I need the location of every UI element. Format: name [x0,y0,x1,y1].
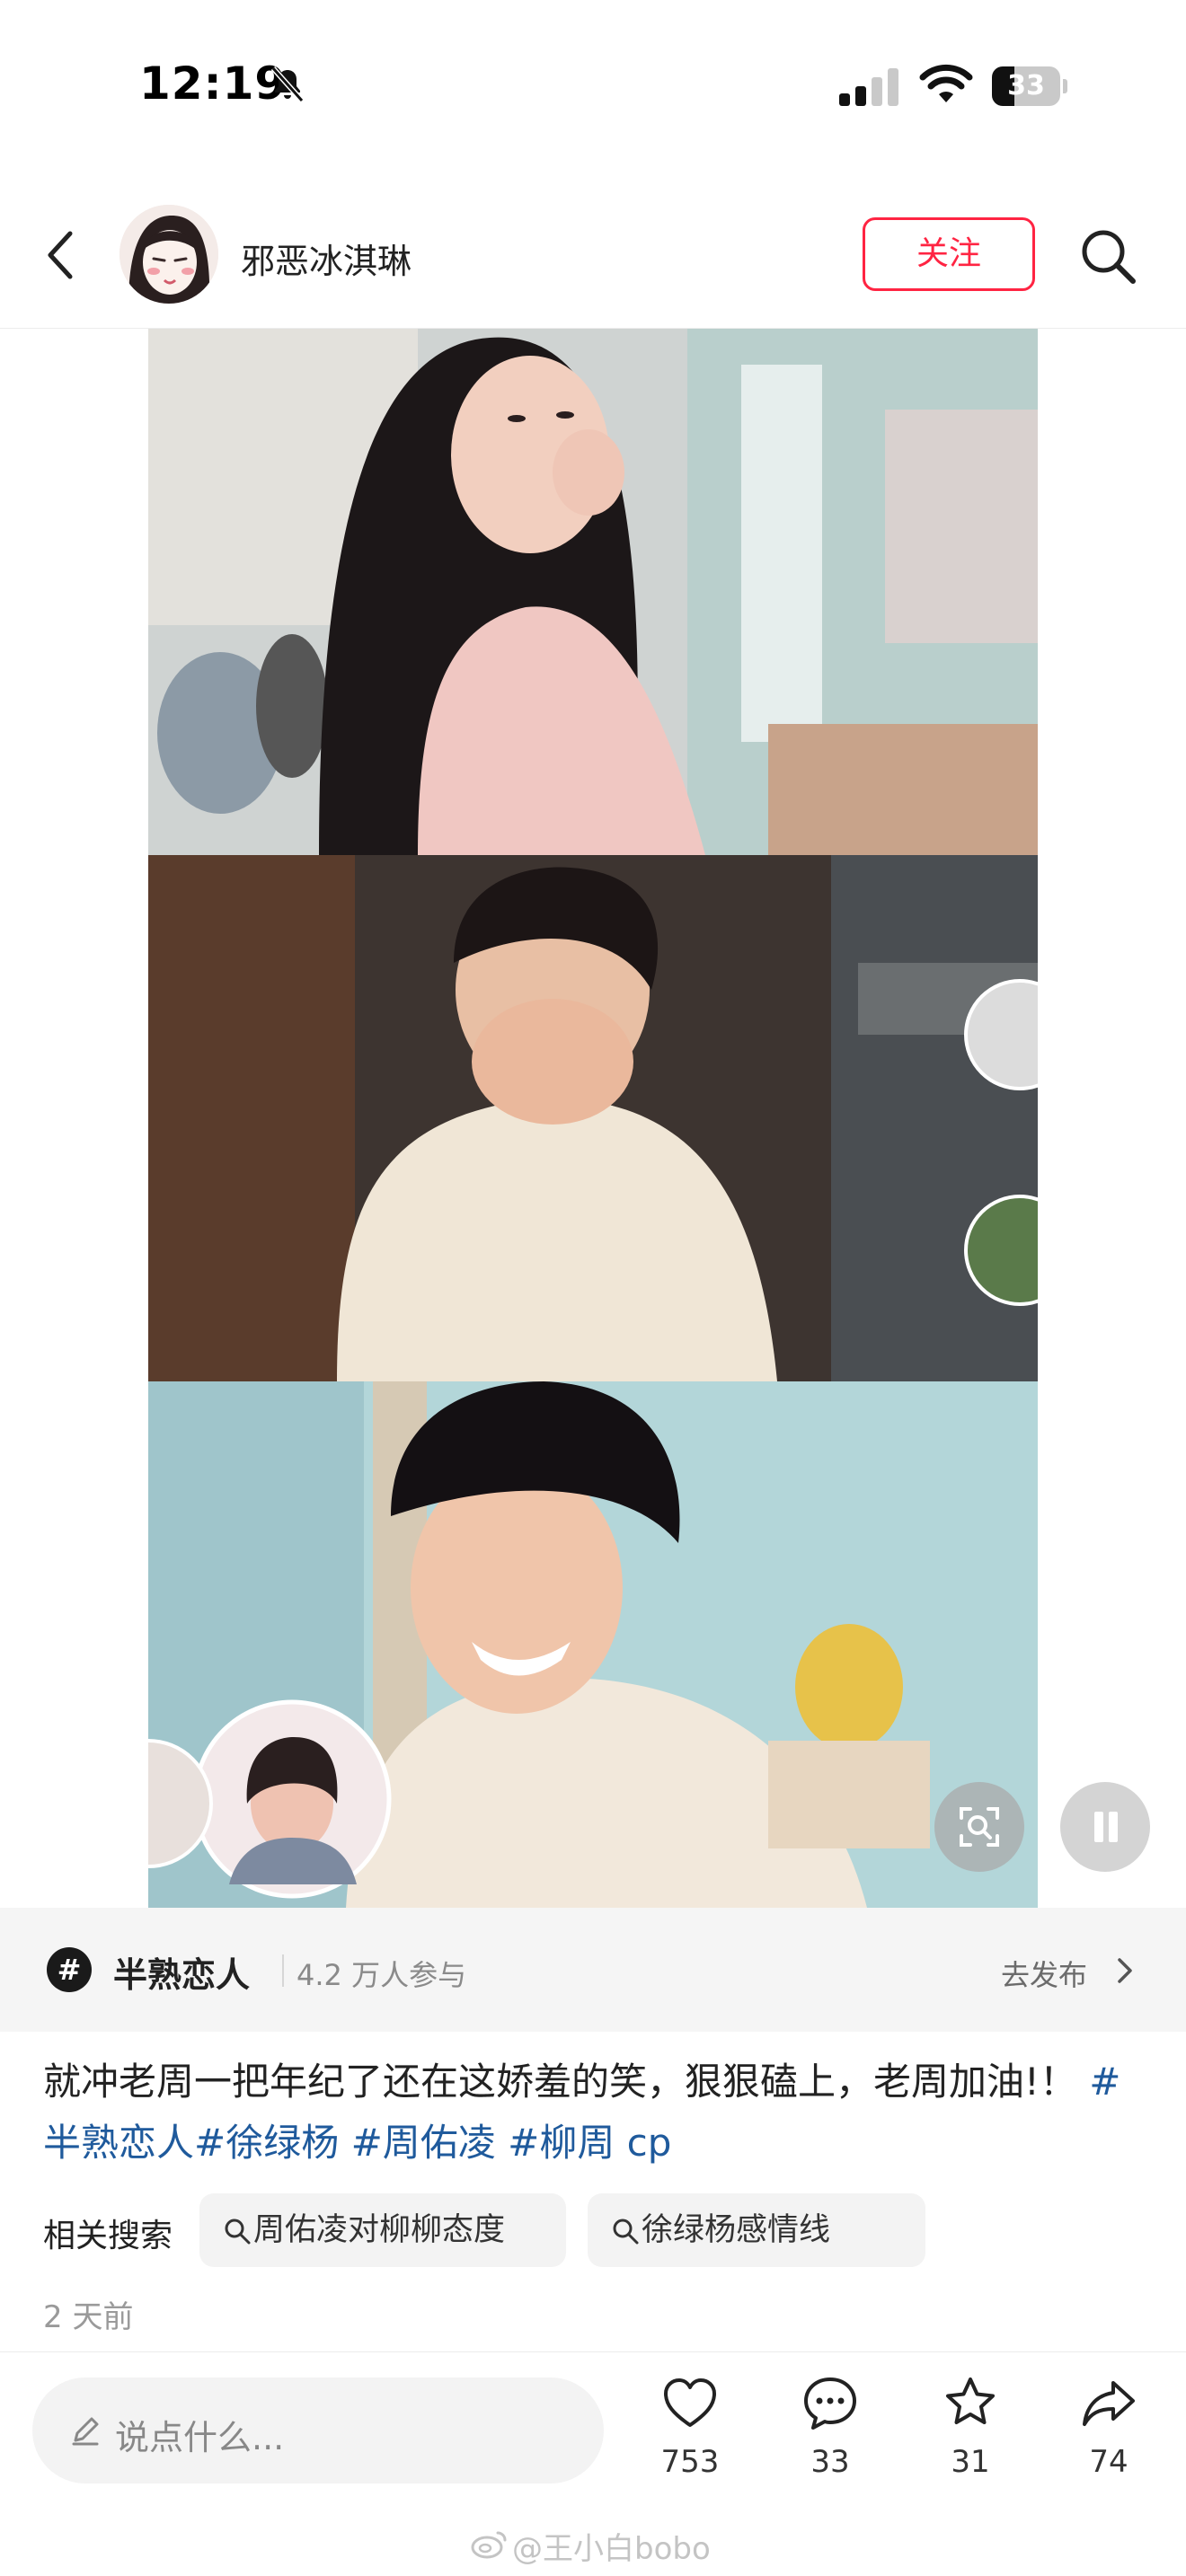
share-count: 74 [1089,2444,1128,2480]
wifi-icon [919,64,973,102]
watermark: @王小白bobo [512,2531,711,2567]
star-icon [946,2378,995,2424]
media-frame-man-smiling [148,1381,1038,1908]
status-bar: 12:19 33 [0,0,1186,171]
topic-participants: 4.2 万人参与 [296,1958,467,1992]
collect-button[interactable]: 31 [916,2374,1024,2509]
image-scan-button[interactable] [934,1782,1024,1872]
comment-placeholder: 说点什么... [115,2418,285,2457]
author-name[interactable]: 邪恶冰淇琳 [241,234,412,283]
chevron-right-icon[interactable] [1114,1954,1136,1987]
note-caption: 就冲老周一把年纪了还在这娇羞的笑，狠狠磕上，老周加油!！ #半熟恋人#徐绿杨 #… [43,2051,1148,2174]
topic-name[interactable]: 半熟恋人 [113,1947,250,1997]
search-icon [225,2219,251,2245]
topic-divider [282,1954,284,1987]
share-button[interactable]: 74 [1055,2374,1163,2509]
like-count: 753 [660,2444,720,2480]
heart-icon [664,2378,716,2427]
caption-text: 就冲老周一把年纪了还在这娇羞的笑，狠狠磕上，老周加油!！ [43,2060,1077,2104]
share-icon [1083,2381,1135,2426]
post-timestamp: 2 天前 [43,2299,134,2335]
search-icon [613,2219,639,2245]
related-search: 相关搜索 周佑凌对柳柳态度 徐绿杨感情线 [43,2193,1157,2267]
note-media[interactable] [148,329,1038,1908]
comment-icon [804,2378,856,2430]
weibo-icon [471,2531,507,2559]
follow-button[interactable]: 关注 [863,217,1035,291]
scan-icon [960,1807,999,1847]
media-frame-woman-laughing [148,329,1038,855]
hashtag-link[interactable]: #周佑凌 [351,2121,496,2165]
comment-button[interactable]: 33 [776,2374,884,2509]
pause-button[interactable] [1060,1782,1150,1872]
related-search-chip[interactable]: 周佑凌对柳柳态度 [199,2193,566,2267]
related-search-chip-label: 徐绿杨感情线 [642,2212,831,2248]
back-icon[interactable] [40,226,83,284]
comment-input[interactable]: 说点什么... [32,2378,604,2483]
topic-hash-icon: # [47,1947,92,1992]
hashtag-link[interactable]: #徐绿杨 [194,2121,339,2165]
bell-slash-icon [270,66,305,102]
comment-count: 33 [810,2444,850,2480]
media-frame-man-covering-face [148,855,1038,1381]
topic-publish-link[interactable]: 去发布 [1001,1953,1087,1994]
related-search-label: 相关搜索 [43,2218,173,2254]
pencil-icon [72,2417,99,2446]
author-avatar[interactable] [119,205,218,304]
topic-bar[interactable]: # 半熟恋人 4.2 万人参与 去发布 [0,1908,1186,2032]
related-search-chip-label: 周佑凌对柳柳态度 [253,2212,506,2248]
battery-indicator: 33 [992,66,1067,106]
note-header: 邪恶冰淇琳 关注 [0,189,1186,329]
status-time: 12:19 [139,57,288,110]
battery-level: 33 [1007,70,1045,101]
hashtag-link[interactable]: #柳周 cp [508,2121,671,2165]
like-button[interactable]: 753 [636,2374,744,2509]
signal-icon [839,68,898,106]
search-icon[interactable] [1076,225,1139,287]
related-search-chip[interactable]: 徐绿杨感情线 [588,2193,925,2267]
collect-count: 31 [951,2444,990,2480]
